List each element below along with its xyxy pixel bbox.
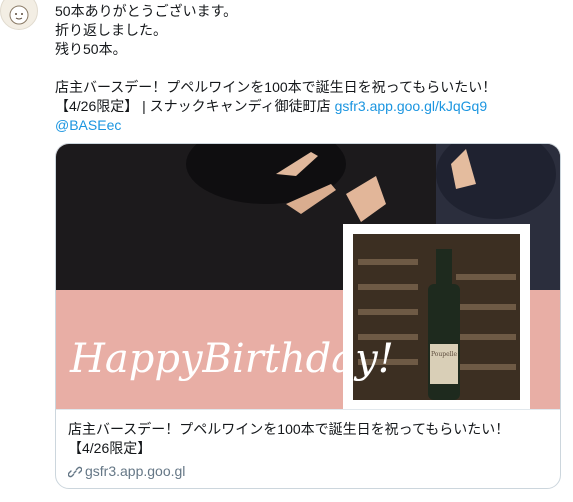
- wine-bottle: [436, 249, 452, 289]
- card-title: 店主バースデー！プペルワインを100本で誕生日を祝ってもらいたい！ 【4/26限…: [68, 420, 550, 458]
- card-image: Poupelle HappyBirthday!: [56, 144, 560, 409]
- mention-link[interactable]: @BASEec: [55, 116, 565, 135]
- tweet-line-3: 残り50本。: [55, 41, 127, 57]
- card-text: 店主バースデー！プペルワインを100本で誕生日を祝ってもらいたい！ 【4/26限…: [56, 409, 560, 488]
- tweet-line-2: 折り返しました。: [55, 22, 167, 38]
- card-title-line-2: 【4/26限定】: [68, 440, 152, 456]
- tweet-body: 店主バースデー！プペルワインを100本で誕生日を祝ってもらいたい！: [55, 79, 497, 95]
- card-domain: gsfr3.app.goo.gl: [68, 462, 550, 481]
- avatar-illustration-icon: [9, 5, 29, 25]
- link-icon: [68, 466, 82, 477]
- card-domain-text: gsfr3.app.goo.gl: [85, 463, 186, 479]
- link-card[interactable]: Poupelle HappyBirthday! 店主バースデー！プペルワインを1…: [55, 143, 561, 489]
- tweet-link[interactable]: gsfr3.app.goo.gl/kJqGq9: [335, 98, 488, 114]
- card-title-line-1: 店主バースデー！プペルワインを100本で誕生日を祝ってもらいたい！: [68, 421, 510, 437]
- tweet-line-1: 50本ありがとうございます。: [55, 3, 238, 19]
- avatar[interactable]: [0, 0, 38, 30]
- bottle-label: Poupelle: [431, 351, 458, 358]
- tweet-body-prefix: 【4/26限定】 | スナックキャンディ御徒町店: [55, 98, 335, 114]
- tweet-body-line-2: 【4/26限定】 | スナックキャンディ御徒町店 gsfr3.app.goo.g…: [55, 97, 565, 116]
- tweet-text: 50本ありがとうございます。 折り返しました。 残り50本。 店主バースデー！プ…: [55, 2, 565, 135]
- banner-text: HappyBirthday!: [69, 336, 394, 382]
